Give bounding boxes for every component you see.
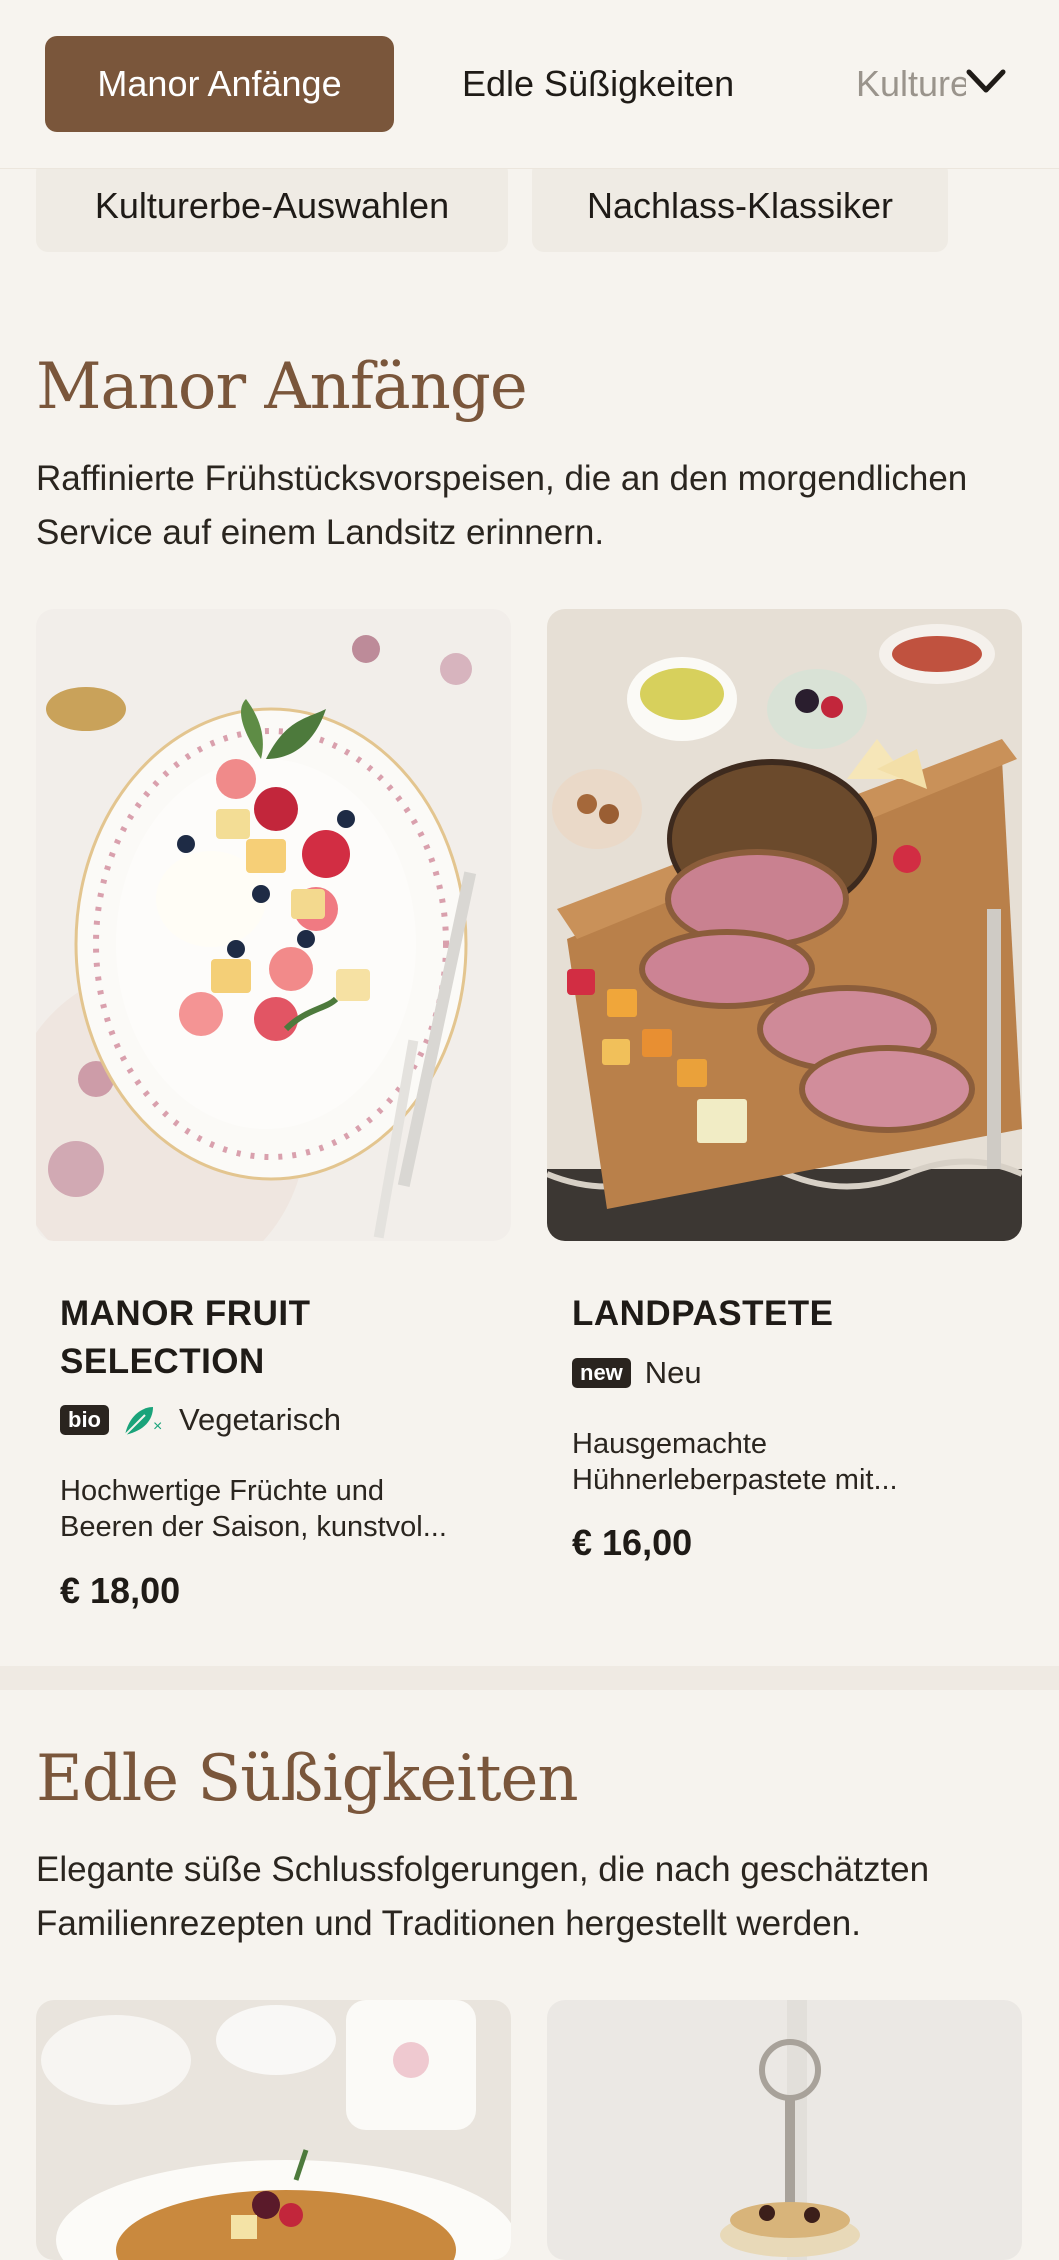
item-name-line2: SELECTION xyxy=(60,1342,265,1381)
section-description: Raffinierte Frühstücksvorspeisen, die an… xyxy=(36,459,968,552)
item-price: € 18,00 xyxy=(60,1570,181,1611)
landpastete-image[interactable] xyxy=(547,609,1022,1241)
item-description: Hausgemachte Hühnerleberpastete mit... xyxy=(572,1426,1002,1498)
item-description-line2: Beeren der Saison, kunstvol... xyxy=(60,1511,447,1543)
item-price: € 16,00 xyxy=(572,1522,693,1563)
section-title-edle-suessigkeiten: Edle Süßigkeiten xyxy=(36,1742,579,1816)
tab-kulturerbe-auswahlen[interactable]: Kulturerbe-Auswahlen xyxy=(36,160,508,252)
tab-edle-suessigkeiten[interactable]: Edle Süßigkeiten xyxy=(462,36,734,132)
dessert-image-2[interactable] xyxy=(547,2000,1022,2260)
manor-fruit-selection-image[interactable] xyxy=(36,609,511,1241)
tab-manor-anfaenge[interactable]: Manor Anfänge xyxy=(45,36,394,132)
category-nav: Manor Anfänge Edle Süßigkeiten Kulturerb… xyxy=(0,0,1059,169)
bio-badge: bio xyxy=(60,1405,109,1435)
section-description: Elegante süße Schlussfolgerungen, die na… xyxy=(36,1850,930,1943)
item-description-line1: Hausgemachte xyxy=(572,1428,768,1460)
section-divider xyxy=(0,1666,1059,1690)
item-description: Hochwertige Früchte und Beeren der Saiso… xyxy=(60,1473,490,1545)
new-badge: new xyxy=(572,1358,631,1388)
tab-kulturerbe[interactable]: Kulturerbe xyxy=(856,36,966,132)
vegetarian-leaf-icon: × xyxy=(124,1407,162,1436)
item-tags: bio × Vegetarisch xyxy=(60,1402,341,1438)
item-description-line1: Hochwertige Früchte und xyxy=(60,1475,384,1507)
section-title-manor-anfaenge: Manor Anfänge xyxy=(36,350,528,424)
svg-text:×: × xyxy=(153,1418,162,1435)
dessert-image-1[interactable] xyxy=(36,2000,511,2260)
item-tags: new Neu xyxy=(572,1355,702,1391)
item-name-line1: MANOR FRUIT xyxy=(60,1294,311,1333)
chevron-down-icon[interactable] xyxy=(963,62,1009,102)
tab-nachlass-klassiker[interactable]: Nachlass-Klassiker xyxy=(532,160,948,252)
vegetarian-label: Vegetarisch xyxy=(179,1402,341,1437)
item-description-line2: Hühnerleberpastete mit... xyxy=(572,1464,898,1496)
item-name: LANDPASTETE xyxy=(572,1294,834,1333)
new-label: Neu xyxy=(644,1355,702,1390)
